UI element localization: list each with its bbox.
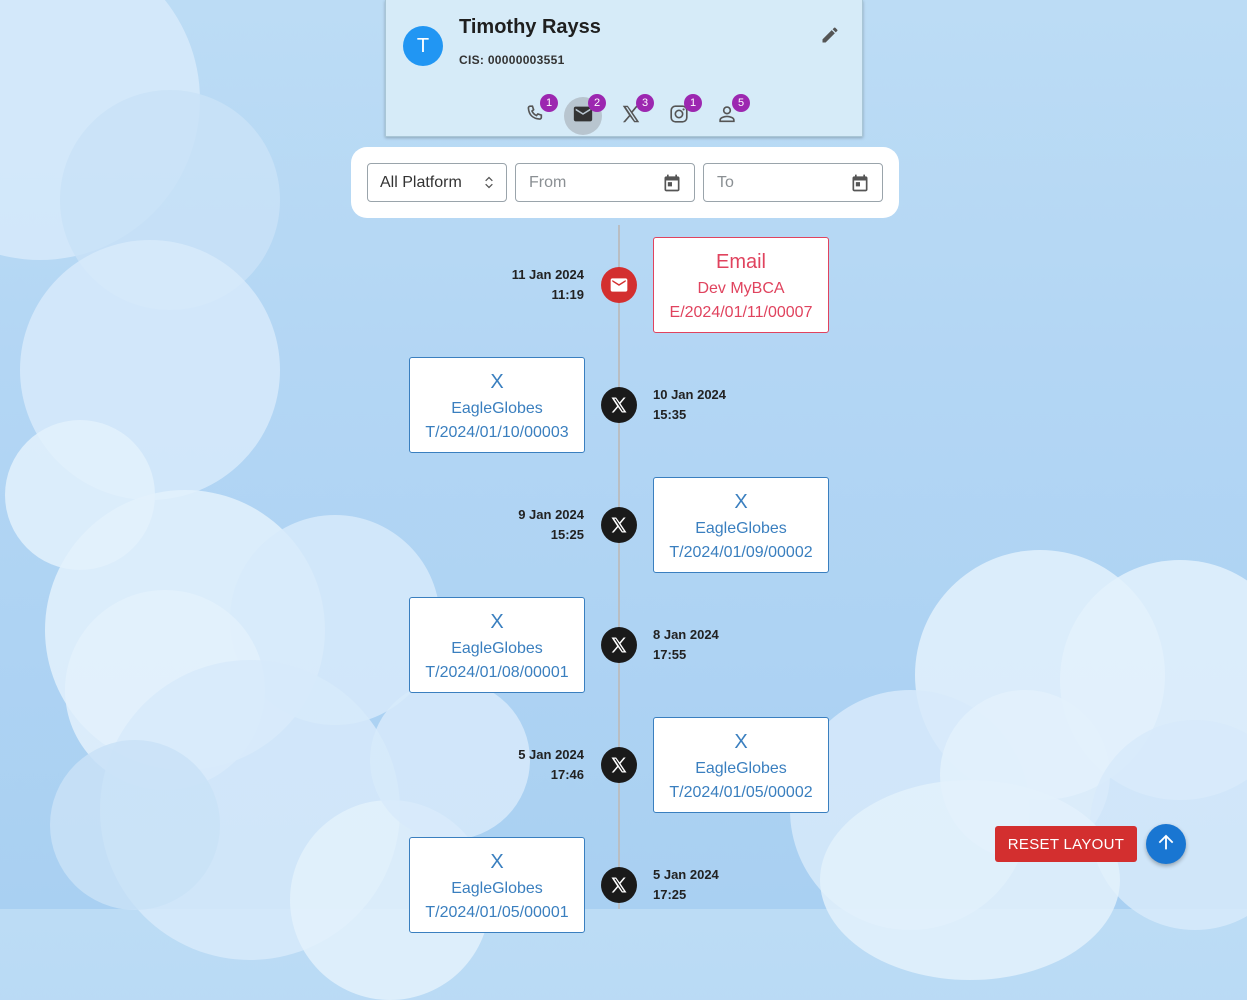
reset-layout-button[interactable]: RESET LAYOUT [995,826,1137,862]
person-count-badge: 5 [732,94,750,112]
phone-count-badge: 1 [540,94,558,112]
instagram-count-badge: 1 [684,94,702,112]
timeline-timestamp: 8 Jan 2024 17:55 [653,627,719,662]
x-icon [601,747,637,783]
platform-select[interactable]: All Platform [367,163,507,202]
to-date-placeholder: To [717,173,734,191]
edit-icon[interactable] [820,25,840,45]
timeline-timestamp: 5 Jan 2024 17:25 [653,867,719,902]
calendar-icon[interactable] [662,173,682,193]
timeline-timestamp: 11 Jan 2024 11:19 [511,267,584,302]
scroll-top-button[interactable] [1146,824,1186,864]
platform-select-value: All Platform [380,173,462,191]
calendar-icon[interactable] [850,173,870,193]
from-date-placeholder: From [529,173,567,191]
to-date-input[interactable]: To [703,163,883,202]
timeline-timestamp: 5 Jan 2024 17:46 [518,747,584,782]
customer-name: Timothy Rayss [459,16,601,38]
timeline-card-x[interactable]: X EagleGlobes T/2024/01/09/00002 [653,477,829,573]
channel-filter-icons: 1 2 3 1 5 [516,94,750,135]
timeline-card-x[interactable]: X EagleGlobes T/2024/01/08/00001 [409,597,585,693]
timeline-card-x[interactable]: X EagleGlobes T/2024/01/10/00003 [409,357,585,453]
timeline-card-email[interactable]: Email Dev MyBCA E/2024/01/11/00007 [653,237,829,333]
x-icon [601,387,637,423]
person-channel-button[interactable]: 5 [708,94,750,135]
timeline-axis [618,225,620,909]
timeline-card-x[interactable]: X EagleGlobes T/2024/01/05/00001 [409,837,585,933]
arrow-up-icon [1155,831,1177,858]
x-icon [601,627,637,663]
email-count-badge: 2 [588,94,606,112]
filter-bar: All Platform From To [351,147,899,218]
avatar: T [403,26,443,66]
customer-profile-card: T Timothy Rayss CIS: 00000003551 1 2 3 1… [385,0,863,137]
timeline-timestamp: 9 Jan 2024 15:25 [518,507,584,542]
unfold-icon [484,174,494,196]
instagram-channel-button[interactable]: 1 [660,94,702,135]
email-channel-button[interactable]: 2 [564,94,606,135]
timeline-timestamp: 10 Jan 2024 15:35 [653,387,727,422]
email-icon [601,267,637,303]
phone-channel-button[interactable]: 1 [516,94,558,135]
from-date-input[interactable]: From [515,163,695,202]
x-count-badge: 3 [636,94,654,112]
x-channel-button[interactable]: 3 [612,94,654,135]
x-icon [601,867,637,903]
timeline-card-x[interactable]: X EagleGlobes T/2024/01/05/00002 [653,717,829,813]
customer-cis: CIS: 00000003551 [459,53,565,67]
x-icon [601,507,637,543]
